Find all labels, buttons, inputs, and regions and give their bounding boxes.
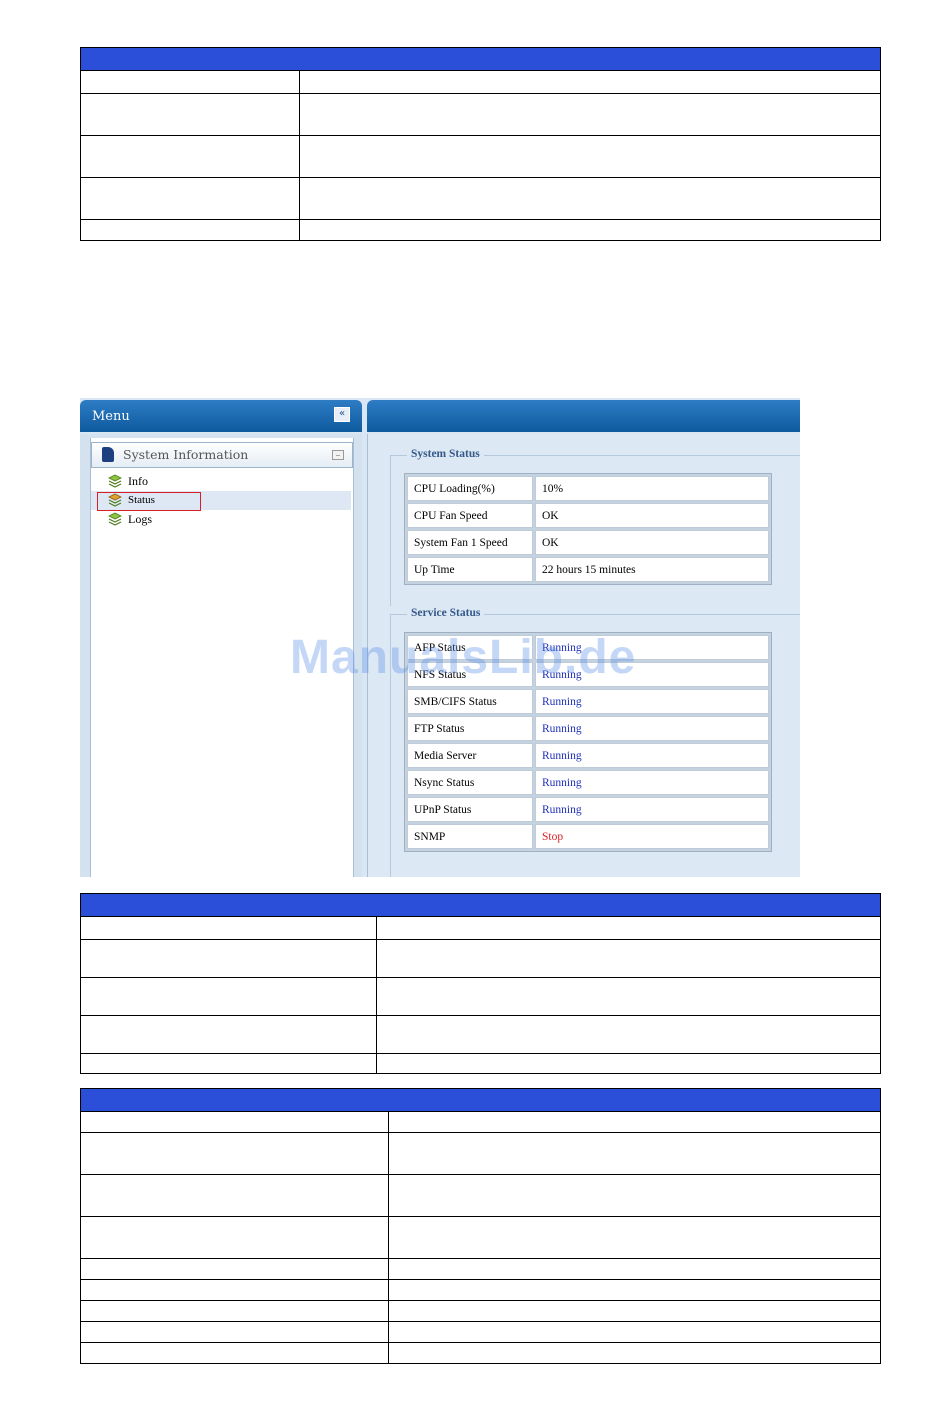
status-highlight-box [97, 492, 201, 511]
table-cell [80, 177, 300, 220]
service-value: Stop [535, 824, 769, 849]
table-cell [80, 1321, 389, 1343]
service-value: Running [535, 797, 769, 822]
doc-table-top [80, 47, 881, 241]
table-cell [388, 1216, 881, 1259]
system-status-legend: System Status [407, 448, 484, 460]
table-cell [388, 1111, 881, 1133]
service-value: Running [535, 716, 769, 741]
tree-item-label: Info [128, 474, 148, 488]
stack-icon [108, 474, 122, 488]
table-cell [80, 1300, 389, 1322]
collapse-menu-button[interactable]: « [334, 407, 350, 422]
table-row: FTP Status Running [407, 716, 769, 741]
table-cell [376, 977, 881, 1016]
table-cell [299, 177, 881, 220]
tree-item-logs[interactable]: Logs [91, 510, 351, 529]
table-header-bar [80, 893, 881, 917]
table-cell [388, 1174, 881, 1217]
table-cell [299, 219, 881, 241]
table-cell [80, 93, 300, 136]
table-header-bar [80, 1088, 881, 1112]
table-cell [376, 1015, 881, 1054]
ui-screenshot: Menu « System Information – Info Status … [80, 398, 800, 877]
system-status-table: CPU Loading(%) 10% CPU Fan Speed OK System… [404, 473, 772, 585]
table-cell [80, 1216, 389, 1259]
service-label: SNMP [407, 824, 533, 849]
table-cell [80, 1053, 377, 1074]
table-cell [80, 70, 300, 94]
table-cell [388, 1132, 881, 1175]
table-cell [299, 70, 881, 94]
service-value: Running [535, 770, 769, 795]
service-label: UPnP Status [407, 797, 533, 822]
table-cell [299, 135, 881, 178]
table-cell [80, 1111, 389, 1133]
system-status-group: System Status CPU Loading(%) 10% CPU Fan … [390, 448, 800, 606]
table-cell [376, 916, 881, 940]
table-cell [80, 1342, 389, 1364]
table-row: Nsync Status Running [407, 770, 769, 795]
table-cell [80, 219, 300, 241]
status-value: 10% [535, 476, 769, 501]
service-label: FTP Status [407, 716, 533, 741]
table-cell [80, 1174, 389, 1217]
service-value: Running [535, 689, 769, 714]
table-row: CPU Loading(%) 10% [407, 476, 769, 501]
book-icon [102, 447, 114, 462]
status-value: OK [535, 503, 769, 528]
table-cell [80, 1279, 389, 1301]
section-title: System Information [123, 447, 249, 462]
service-status-legend: Service Status [407, 607, 485, 619]
tree-item-label: Logs [128, 512, 152, 526]
table-cell [80, 1015, 377, 1054]
service-label: Nsync Status [407, 770, 533, 795]
table-header-bar [80, 47, 881, 71]
system-information-section[interactable]: System Information – [91, 442, 353, 468]
doc-table-bottom [80, 1088, 881, 1364]
status-value: OK [535, 530, 769, 555]
status-label: CPU Fan Speed [407, 503, 533, 528]
content-header [367, 400, 800, 432]
table-cell [80, 1132, 389, 1175]
table-cell [388, 1342, 881, 1364]
table-row: UPnP Status Running [407, 797, 769, 822]
table-cell [388, 1279, 881, 1301]
table-cell [80, 977, 377, 1016]
table-cell [80, 1258, 389, 1280]
table-row: SNMP Stop [407, 824, 769, 849]
table-row: CPU Fan Speed OK [407, 503, 769, 528]
menu-title: Menu [92, 409, 130, 424]
service-value: Running [535, 743, 769, 768]
menu-header: Menu « [80, 400, 362, 432]
table-row: Media Server Running [407, 743, 769, 768]
table-row: Up Time 22 hours 15 minutes [407, 557, 769, 582]
table-cell [80, 939, 377, 978]
table-cell [376, 939, 881, 978]
status-value: 22 hours 15 minutes [535, 557, 769, 582]
table-cell [388, 1258, 881, 1280]
table-cell [376, 1053, 881, 1074]
service-label: Media Server [407, 743, 533, 768]
service-label: SMB/CIFS Status [407, 689, 533, 714]
table-cell [80, 135, 300, 178]
status-label: Up Time [407, 557, 533, 582]
table-cell [299, 93, 881, 136]
table-cell [388, 1300, 881, 1322]
table-row: SMB/CIFS Status Running [407, 689, 769, 714]
tree-item-info[interactable]: Info [91, 472, 351, 491]
status-label: System Fan 1 Speed [407, 530, 533, 555]
status-label: CPU Loading(%) [407, 476, 533, 501]
stack-icon [108, 512, 122, 526]
doc-table-middle [80, 893, 881, 1074]
section-collapse-button[interactable]: – [332, 450, 344, 460]
table-row: System Fan 1 Speed OK [407, 530, 769, 555]
watermark: ManualsLib.de [290, 631, 637, 684]
table-cell [388, 1321, 881, 1343]
table-cell [80, 916, 377, 940]
